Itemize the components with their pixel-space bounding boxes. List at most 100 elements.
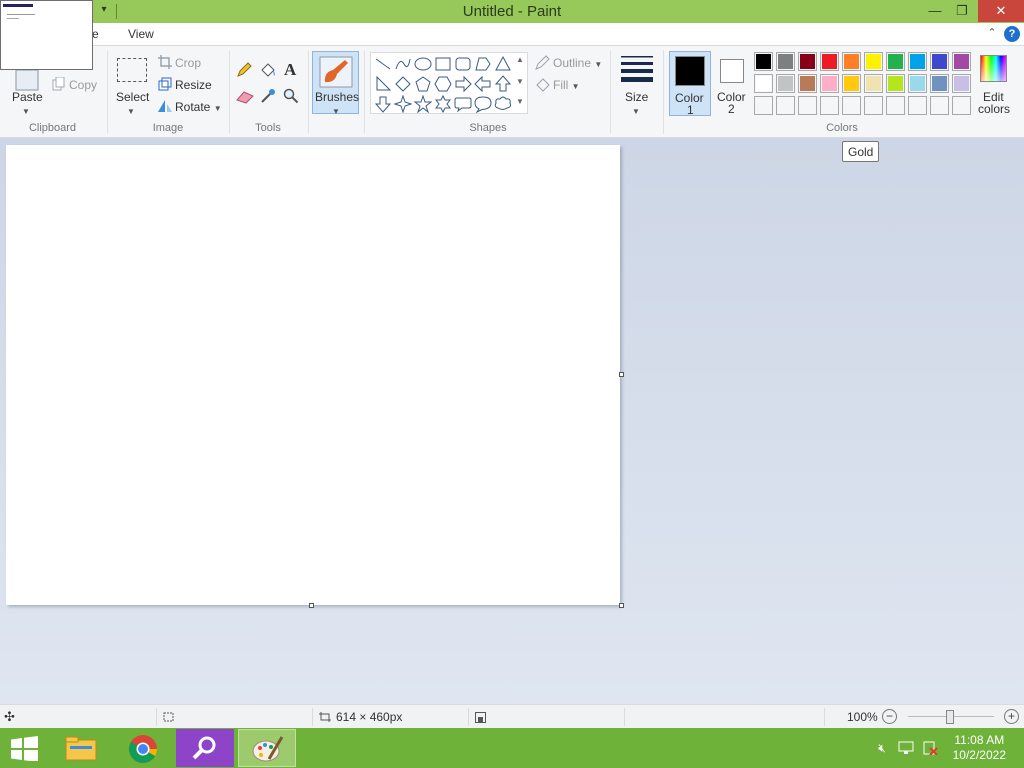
help-icon[interactable]: ? — [1004, 26, 1020, 42]
color-swatch[interactable] — [952, 74, 971, 93]
custom-color-slot[interactable] — [798, 96, 817, 115]
color-swatch[interactable] — [886, 74, 905, 93]
magnifier-icon[interactable] — [283, 88, 299, 104]
color-swatch[interactable] — [908, 74, 927, 93]
tab-home[interactable]: e — [92, 27, 99, 41]
custom-color-slot[interactable] — [952, 96, 971, 115]
volume-muted-icon[interactable]: 🔇︎ — [874, 741, 890, 755]
color-swatch[interactable] — [754, 74, 773, 93]
paste-dropdown-icon[interactable]: ▼ — [22, 103, 30, 117]
rounded-rectangle-shape-icon[interactable] — [454, 55, 472, 73]
drawing-canvas[interactable] — [6, 145, 620, 605]
oval-callout-shape-icon[interactable] — [474, 95, 492, 113]
edit-colors-button[interactable]: Edit colors — [974, 52, 1014, 116]
color-swatch[interactable] — [820, 74, 839, 93]
left-arrow-shape-icon[interactable] — [474, 75, 492, 93]
right-arrow-shape-icon[interactable] — [454, 75, 472, 93]
minimize-button[interactable]: — — [920, 0, 950, 22]
color-swatch[interactable] — [798, 74, 817, 93]
right-triangle-shape-icon[interactable] — [374, 75, 392, 93]
color-swatch[interactable] — [908, 52, 927, 71]
shapes-expand-icon[interactable]: ▼ — [513, 97, 527, 106]
hexagon-shape-icon[interactable] — [434, 75, 452, 93]
paste-button[interactable]: Paste — [12, 90, 43, 104]
color-swatch[interactable] — [842, 74, 861, 93]
canvas-resize-handle-bottom[interactable] — [309, 603, 314, 608]
line-shape-icon[interactable] — [374, 55, 392, 73]
six-point-star-shape-icon[interactable] — [434, 95, 452, 113]
rectangle-shape-icon[interactable] — [434, 55, 452, 73]
four-point-star-shape-icon[interactable] — [394, 95, 412, 113]
restore-button[interactable]: ❐ — [947, 0, 977, 22]
color-swatch[interactable] — [886, 52, 905, 71]
chrome-taskbar-button[interactable] — [114, 729, 172, 767]
zoom-in-icon[interactable]: + — [1004, 709, 1019, 724]
custom-color-slot[interactable] — [908, 96, 927, 115]
color-swatch[interactable] — [798, 52, 817, 71]
custom-color-slot[interactable] — [842, 96, 861, 115]
color-swatch[interactable] — [864, 74, 883, 93]
shapes-scroll-up-icon[interactable]: ▲ — [513, 55, 527, 64]
triangle-shape-icon[interactable] — [494, 55, 512, 73]
pentagon-shape-icon[interactable] — [414, 75, 432, 93]
custom-color-slot[interactable] — [754, 96, 773, 115]
pencil-icon[interactable] — [236, 62, 252, 78]
copy-button[interactable]: Copy — [69, 78, 97, 92]
color-swatch[interactable] — [842, 52, 861, 71]
rotate-button[interactable]: Rotate ▼ — [175, 100, 222, 114]
close-button[interactable]: ✕ — [978, 0, 1024, 22]
eraser-icon[interactable] — [236, 90, 254, 104]
select-dropdown-icon[interactable]: ▼ — [127, 103, 135, 117]
down-arrow-shape-icon[interactable] — [374, 95, 392, 113]
outline-button[interactable]: Outline ▼ — [553, 56, 602, 70]
zoom-slider-thumb[interactable] — [946, 710, 954, 724]
taskbar-clock[interactable]: 11:08 AM 10/2/2022 — [953, 733, 1006, 763]
five-point-star-shape-icon[interactable] — [414, 95, 432, 113]
rounded-callout-shape-icon[interactable] — [454, 95, 472, 113]
curve-shape-icon[interactable] — [394, 55, 412, 73]
color-swatch[interactable] — [776, 74, 795, 93]
color-swatch[interactable] — [776, 52, 795, 71]
select-button[interactable]: Select — [116, 90, 149, 104]
custom-color-slot[interactable] — [820, 96, 839, 115]
custom-color-slot[interactable] — [930, 96, 949, 115]
tab-view[interactable]: View — [128, 27, 154, 41]
crop-button[interactable]: Crop — [175, 56, 201, 70]
action-center-icon[interactable] — [922, 741, 938, 755]
color-swatch[interactable] — [820, 52, 839, 71]
file-explorer-taskbar-button[interactable] — [52, 729, 110, 767]
color-swatch[interactable] — [864, 52, 883, 71]
color-swatch[interactable] — [952, 52, 971, 71]
color1-button[interactable]: Color 1 — [669, 51, 711, 117]
color-picker-icon[interactable] — [260, 88, 276, 104]
size-button[interactable]: Size — [625, 90, 648, 104]
select-icon[interactable] — [117, 58, 147, 82]
up-arrow-shape-icon[interactable] — [494, 75, 512, 93]
cloud-callout-shape-icon[interactable] — [494, 95, 512, 113]
custom-color-slot[interactable] — [776, 96, 795, 115]
collapse-ribbon-icon[interactable]: ⌃ — [984, 26, 1000, 42]
windows-start-icon[interactable] — [11, 736, 38, 761]
resize-button[interactable]: Resize — [175, 78, 212, 92]
zoom-out-icon[interactable]: − — [882, 709, 897, 724]
color-swatch[interactable] — [930, 52, 949, 71]
shapes-scroll-down-icon[interactable]: ▼ — [513, 77, 527, 86]
size-dropdown-icon[interactable]: ▼ — [632, 103, 640, 117]
color-swatch[interactable] — [754, 52, 773, 71]
text-tool-icon[interactable]: A — [284, 60, 296, 80]
custom-color-slot[interactable] — [864, 96, 883, 115]
canvas-resize-handle-right[interactable] — [619, 372, 624, 377]
size-icon[interactable] — [620, 54, 654, 84]
search-app-taskbar-button[interactable] — [176, 729, 234, 767]
network-icon[interactable] — [898, 741, 914, 755]
custom-color-slot[interactable] — [886, 96, 905, 115]
brushes-button[interactable]: Brushes ▼ — [312, 51, 359, 116]
fill-bucket-icon[interactable] — [259, 62, 277, 78]
diamond-shape-icon[interactable] — [394, 75, 412, 93]
fill-button[interactable]: Fill ▼ — [553, 78, 580, 92]
polygon-shape-icon[interactable] — [474, 55, 492, 73]
paste-icon[interactable] — [14, 68, 40, 92]
color-swatch[interactable] — [930, 74, 949, 93]
color2-button[interactable]: Color 2 — [712, 51, 752, 116]
oval-shape-icon[interactable] — [414, 55, 432, 73]
